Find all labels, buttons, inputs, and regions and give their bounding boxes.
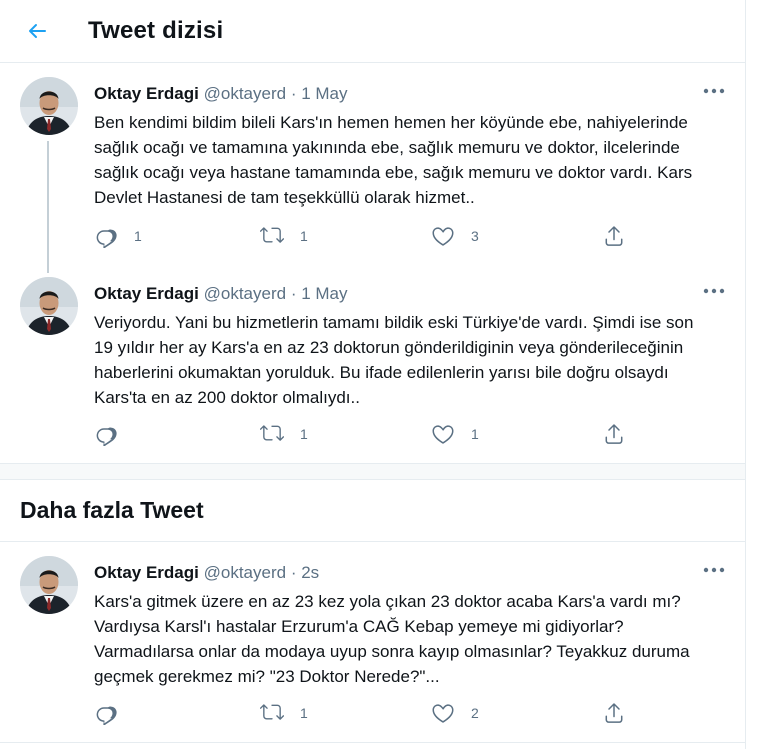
share-button[interactable] xyxy=(602,422,626,446)
meta-separator: · xyxy=(290,84,297,103)
share-button[interactable] xyxy=(602,701,626,725)
meta-separator: · xyxy=(290,563,297,582)
retweet-count: 1 xyxy=(300,426,308,442)
author-name[interactable]: Oktay Erdagi xyxy=(94,84,199,103)
tweet-date[interactable]: 2s xyxy=(301,563,319,582)
reply-button[interactable] xyxy=(94,422,134,446)
tweet-text: Veriyordu. Yani bu hizmetlerin tamamı bi… xyxy=(94,313,694,407)
author-handle[interactable]: @oktayerd xyxy=(204,84,286,103)
tweet-meta: Oktay Erdagi @oktayerd · 1 May xyxy=(94,63,725,105)
more-horizontal-icon xyxy=(703,288,725,294)
like-count: 1 xyxy=(471,426,479,442)
reply-count: 1 xyxy=(134,228,142,244)
like-button[interactable]: 3 xyxy=(431,224,479,248)
heart-icon xyxy=(431,701,455,725)
retweet-count: 1 xyxy=(300,705,308,721)
tweet-date[interactable]: 1 May xyxy=(301,284,347,303)
share-icon xyxy=(602,701,626,725)
back-button[interactable] xyxy=(17,11,57,51)
tweet-actions: 1 1 3 xyxy=(94,224,725,252)
thread-connector-line xyxy=(47,141,49,273)
more-button[interactable] xyxy=(701,562,727,578)
retweet-icon xyxy=(260,224,284,248)
meta-separator: · xyxy=(290,284,297,303)
author-handle[interactable]: @oktayerd xyxy=(204,563,286,582)
divider xyxy=(0,742,745,743)
like-button[interactable]: 2 xyxy=(431,701,479,725)
tweet-meta: Oktay Erdagi @oktayerd · 2s xyxy=(94,542,725,584)
author-handle[interactable]: @oktayerd xyxy=(204,284,286,303)
tweet-meta: Oktay Erdagi @oktayerd · 1 May xyxy=(94,263,725,305)
tweet-actions: 1 1 xyxy=(94,422,725,450)
reply-icon xyxy=(94,422,118,446)
page-header: Tweet dizisi xyxy=(0,0,745,63)
author-name[interactable]: Oktay Erdagi xyxy=(94,284,199,303)
more-horizontal-icon xyxy=(703,567,725,573)
heart-icon xyxy=(431,224,455,248)
more-tweets-heading: Daha fazla Tweet xyxy=(20,497,204,523)
retweet-icon xyxy=(260,422,284,446)
section-separator xyxy=(0,463,745,480)
more-button[interactable] xyxy=(701,83,727,99)
author-name[interactable]: Oktay Erdagi xyxy=(94,563,199,582)
like-count: 3 xyxy=(471,228,479,244)
retweet-button[interactable]: 1 xyxy=(260,224,308,248)
tweet-thread-column: Tweet dizisi Oktay Erdagi @oktayerd · 1 … xyxy=(0,0,746,749)
avatar[interactable] xyxy=(20,277,78,335)
arrow-left-icon xyxy=(29,24,46,38)
reply-button[interactable] xyxy=(94,701,134,725)
share-icon xyxy=(602,224,626,248)
share-button[interactable] xyxy=(602,224,626,248)
avatar[interactable] xyxy=(20,556,78,614)
tweet-item[interactable]: Oktay Erdagi @oktayerd · 2s Kars'a gitme… xyxy=(0,542,745,742)
share-icon xyxy=(602,422,626,446)
like-button[interactable]: 1 xyxy=(431,422,479,446)
tweet-text: Kars'a gitmek üzere en az 23 kez yola çı… xyxy=(94,592,690,686)
like-count: 2 xyxy=(471,705,479,721)
tweet-date[interactable]: 1 May xyxy=(301,84,347,103)
more-button[interactable] xyxy=(701,283,727,299)
page-title: Tweet dizisi xyxy=(88,17,224,44)
reply-icon xyxy=(94,701,118,725)
reply-button[interactable]: 1 xyxy=(94,224,142,248)
heart-icon xyxy=(431,422,455,446)
retweet-button[interactable]: 1 xyxy=(260,422,308,446)
tweet-item[interactable]: Oktay Erdagi @oktayerd · 1 May Ben kendi… xyxy=(0,63,745,273)
reply-icon xyxy=(94,224,118,248)
tweet-actions: 1 2 xyxy=(94,701,725,729)
retweet-icon xyxy=(260,701,284,725)
tweet-item[interactable]: Oktay Erdagi @oktayerd · 1 May Veriyordu… xyxy=(0,263,745,463)
avatar[interactable] xyxy=(20,77,78,135)
retweet-button[interactable]: 1 xyxy=(260,701,308,725)
tweet-text: Ben kendimi bildim bileli Kars'ın hemen … xyxy=(94,113,693,207)
retweet-count: 1 xyxy=(300,228,308,244)
more-horizontal-icon xyxy=(703,88,725,94)
